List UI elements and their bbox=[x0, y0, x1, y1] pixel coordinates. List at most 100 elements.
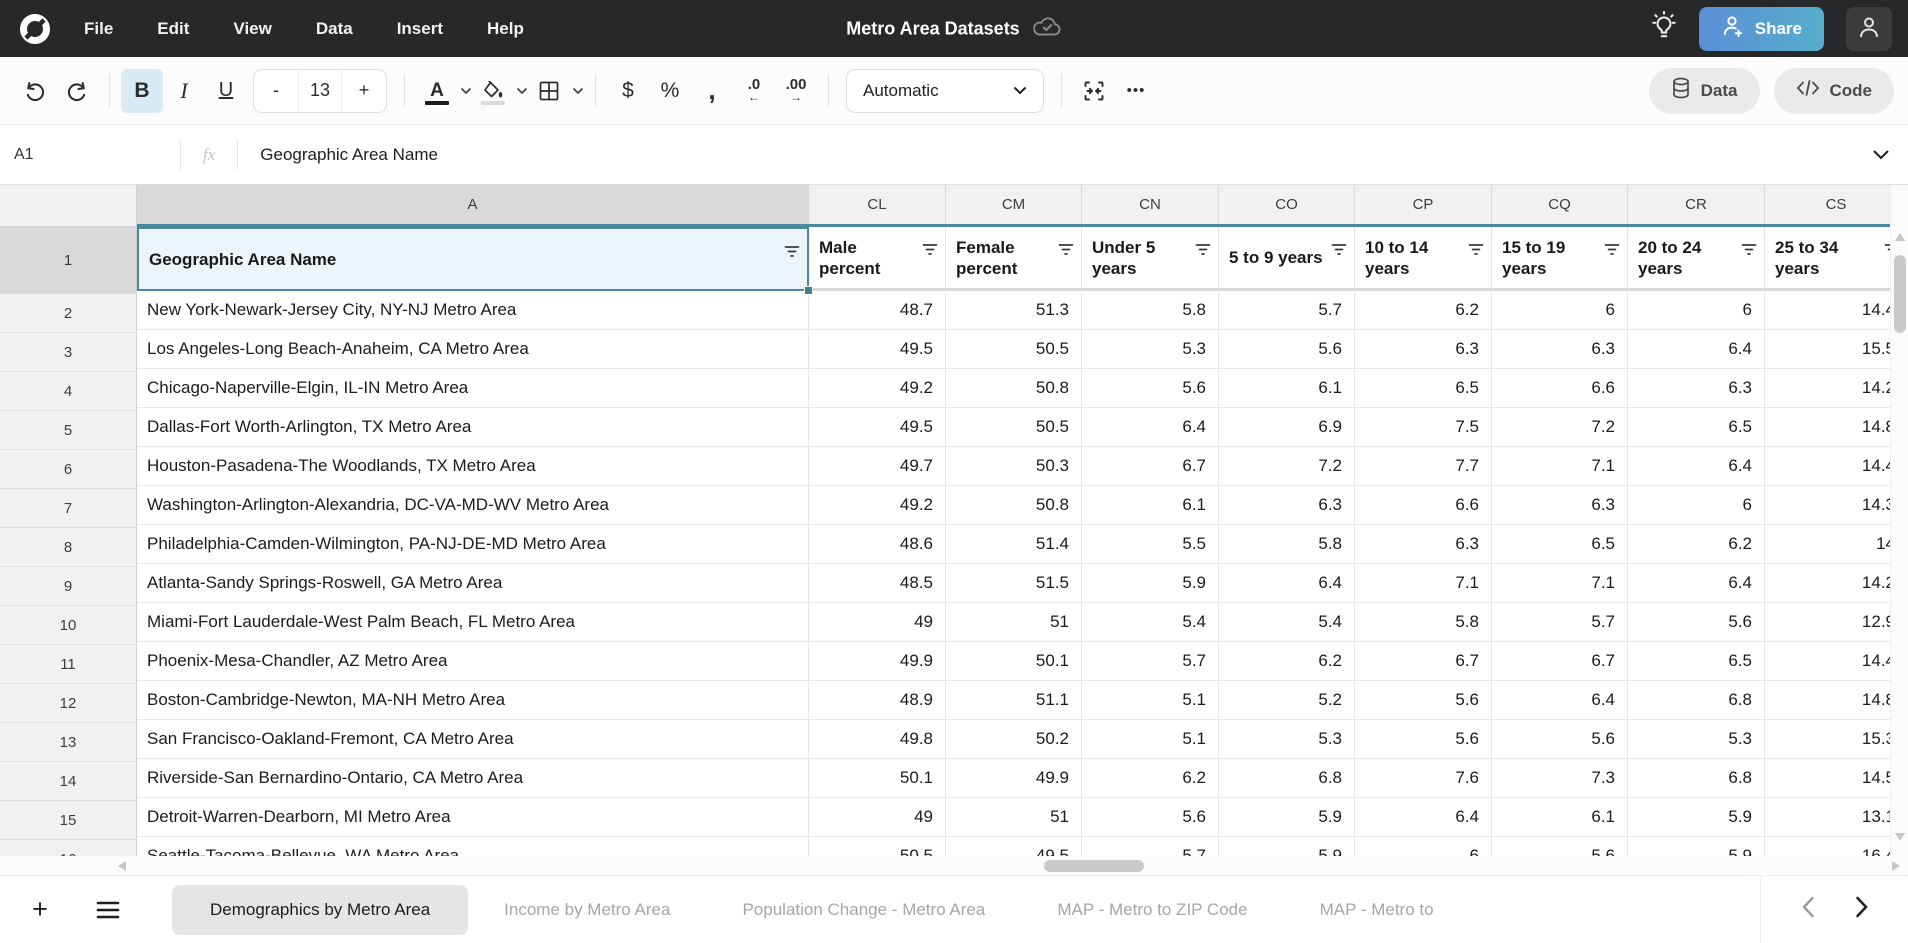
cell-value-row8-colcq[interactable]: 6.5 bbox=[1492, 525, 1628, 564]
cell-value-row16-colcl[interactable]: 50.5 bbox=[809, 837, 946, 856]
cell-value-row14-colcq[interactable]: 7.3 bbox=[1492, 759, 1628, 798]
cell-value-row3-colcq[interactable]: 6.3 bbox=[1492, 330, 1628, 369]
column-header-cs[interactable]: CS bbox=[1765, 185, 1890, 224]
cell-value-row4-colcm[interactable]: 50.8 bbox=[946, 369, 1082, 408]
menu-item-insert[interactable]: Insert bbox=[397, 19, 443, 39]
font-size-decrease-button[interactable]: - bbox=[254, 69, 298, 113]
cell-name-row14[interactable]: Riverside-San Bernardino-Ontario, CA Met… bbox=[137, 759, 809, 798]
cell-value-row11-colcn[interactable]: 5.7 bbox=[1082, 642, 1219, 681]
header-cell-5-to-9-years[interactable]: 5 to 9 years bbox=[1219, 227, 1355, 291]
cell-name-row6[interactable]: Houston-Pasadena-The Woodlands, TX Metro… bbox=[137, 447, 809, 486]
cell-value-row16-colcn[interactable]: 5.7 bbox=[1082, 837, 1219, 856]
row-header-16[interactable]: 16 bbox=[0, 840, 137, 856]
cell-value-row13-colcm[interactable]: 50.2 bbox=[946, 720, 1082, 759]
vertical-scrollbar[interactable] bbox=[1890, 185, 1908, 856]
share-button[interactable]: Share bbox=[1699, 7, 1824, 51]
cell-value-row14-colco[interactable]: 6.8 bbox=[1219, 759, 1355, 798]
cell-value-row7-colcm[interactable]: 50.8 bbox=[946, 486, 1082, 525]
header-cell-15-to-19-years[interactable]: 15 to 19 years bbox=[1492, 227, 1628, 291]
cell-value-row3-colcl[interactable]: 49.5 bbox=[809, 330, 946, 369]
row-header-11[interactable]: 11 bbox=[0, 645, 137, 684]
cell-value-row5-colcp[interactable]: 7.5 bbox=[1355, 408, 1492, 447]
cell-value-row15-colcs[interactable]: 13.1 bbox=[1765, 798, 1890, 837]
cell-value-row14-colcl[interactable]: 50.1 bbox=[809, 759, 946, 798]
cell-value-row5-colcn[interactable]: 6.4 bbox=[1082, 408, 1219, 447]
cell-value-row8-colcs[interactable]: 14 bbox=[1765, 525, 1890, 564]
cell-value-row16-colco[interactable]: 5.9 bbox=[1219, 837, 1355, 856]
cell-value-row16-colcs[interactable]: 16.4 bbox=[1765, 837, 1890, 856]
cell-value-row12-colcl[interactable]: 48.9 bbox=[809, 681, 946, 720]
cell-value-row6-colcr[interactable]: 6.4 bbox=[1628, 447, 1765, 486]
cell-value-row5-colcl[interactable]: 49.5 bbox=[809, 408, 946, 447]
menu-item-data[interactable]: Data bbox=[316, 19, 353, 39]
fill-color-button[interactable] bbox=[472, 69, 514, 113]
cell-name-row12[interactable]: Boston-Cambridge-Newton, MA-NH Metro Are… bbox=[137, 681, 809, 720]
formula-input[interactable]: Geographic Area Name bbox=[260, 145, 1870, 165]
selected-cell-a1[interactable]: Geographic Area Name bbox=[137, 227, 809, 291]
cell-value-row4-colcp[interactable]: 6.5 bbox=[1355, 369, 1492, 408]
cell-name-row7[interactable]: Washington-Arlington-Alexandria, DC-VA-M… bbox=[137, 486, 809, 525]
tips-lightbulb-icon[interactable] bbox=[1651, 11, 1677, 46]
cell-value-row7-colcs[interactable]: 14.3 bbox=[1765, 486, 1890, 525]
row-header-7[interactable]: 7 bbox=[0, 489, 137, 528]
column-header-cl[interactable]: CL bbox=[809, 185, 946, 224]
header-cell-female-percent[interactable]: Female percent bbox=[946, 227, 1082, 291]
cell-value-row11-colcr[interactable]: 6.5 bbox=[1628, 642, 1765, 681]
cell-name-row11[interactable]: Phoenix-Mesa-Chandler, AZ Metro Area bbox=[137, 642, 809, 681]
cell-value-row10-colcq[interactable]: 5.7 bbox=[1492, 603, 1628, 642]
cell-value-row16-colcq[interactable]: 5.6 bbox=[1492, 837, 1628, 856]
cell-value-row7-colcn[interactable]: 6.1 bbox=[1082, 486, 1219, 525]
cell-value-row10-colcs[interactable]: 12.9 bbox=[1765, 603, 1890, 642]
cell-value-row3-colcr[interactable]: 6.4 bbox=[1628, 330, 1765, 369]
increase-decimals-button[interactable]: .00 → bbox=[775, 69, 817, 113]
cell-value-row5-colcr[interactable]: 6.5 bbox=[1628, 408, 1765, 447]
cell-value-row4-colcq[interactable]: 6.6 bbox=[1492, 369, 1628, 408]
cell-value-row8-colcl[interactable]: 48.6 bbox=[809, 525, 946, 564]
cell-value-row2-colcs[interactable]: 14.4 bbox=[1765, 291, 1890, 330]
cell-value-row2-colco[interactable]: 5.7 bbox=[1219, 291, 1355, 330]
cell-value-row3-colcs[interactable]: 15.5 bbox=[1765, 330, 1890, 369]
font-size-increase-button[interactable]: + bbox=[342, 69, 386, 113]
borders-button[interactable] bbox=[528, 69, 570, 113]
cell-value-row3-colco[interactable]: 5.6 bbox=[1219, 330, 1355, 369]
tab-map-metro-to[interactable]: MAP - Metro to bbox=[1284, 900, 1470, 920]
cell-value-row6-colcm[interactable]: 50.3 bbox=[946, 447, 1082, 486]
cell-value-row3-colcp[interactable]: 6.3 bbox=[1355, 330, 1492, 369]
borders-chevron-icon[interactable] bbox=[572, 87, 584, 95]
cell-value-row6-colcp[interactable]: 7.7 bbox=[1355, 447, 1492, 486]
underline-button[interactable]: U bbox=[205, 69, 247, 113]
cell-value-row8-colcr[interactable]: 6.2 bbox=[1628, 525, 1765, 564]
cell-value-row6-colcl[interactable]: 49.7 bbox=[809, 447, 946, 486]
cell-value-row3-colcm[interactable]: 50.5 bbox=[946, 330, 1082, 369]
cell-value-row5-colcs[interactable]: 14.8 bbox=[1765, 408, 1890, 447]
cell-value-row9-colcp[interactable]: 7.1 bbox=[1355, 564, 1492, 603]
cell-name-row5[interactable]: Dallas-Fort Worth-Arlington, TX Metro Ar… bbox=[137, 408, 809, 447]
tabs-next-chevron-icon[interactable] bbox=[1855, 894, 1869, 925]
tab-demographics-by-metro-area[interactable]: Demographics by Metro Area bbox=[172, 885, 468, 935]
cell-value-row15-colcm[interactable]: 51 bbox=[946, 798, 1082, 837]
cell-value-row11-colco[interactable]: 6.2 bbox=[1219, 642, 1355, 681]
currency-format-button[interactable]: $ bbox=[607, 69, 649, 113]
cell-value-row5-colco[interactable]: 6.9 bbox=[1219, 408, 1355, 447]
cell-value-row4-colcs[interactable]: 14.2 bbox=[1765, 369, 1890, 408]
cell-value-row10-colco[interactable]: 5.4 bbox=[1219, 603, 1355, 642]
text-color-chevron-icon[interactable] bbox=[460, 87, 472, 95]
scroll-up-arrow-icon[interactable] bbox=[1895, 233, 1905, 241]
cell-value-row14-colcn[interactable]: 6.2 bbox=[1082, 759, 1219, 798]
column-header-cq[interactable]: CQ bbox=[1492, 185, 1628, 224]
cell-value-row11-colcl[interactable]: 49.9 bbox=[809, 642, 946, 681]
tab-population-change-metro-area[interactable]: Population Change - Metro Area bbox=[706, 900, 1021, 920]
header-cell-10-to-14-years[interactable]: 10 to 14 years bbox=[1355, 227, 1492, 291]
horizontal-scrollbar-thumb[interactable] bbox=[1044, 860, 1144, 872]
vertical-scrollbar-thumb[interactable] bbox=[1894, 255, 1906, 333]
header-cell-25-to-34-years[interactable]: 25 to 34 years bbox=[1765, 227, 1890, 291]
cell-value-row2-colcq[interactable]: 6 bbox=[1492, 291, 1628, 330]
cell-value-row10-colcr[interactable]: 5.6 bbox=[1628, 603, 1765, 642]
cell-value-row13-colcl[interactable]: 49.8 bbox=[809, 720, 946, 759]
sheet-list-button[interactable] bbox=[88, 890, 128, 930]
header-cell-male-percent[interactable]: Male percent bbox=[809, 227, 946, 291]
filter-icon[interactable] bbox=[1468, 240, 1484, 261]
code-panel-button[interactable]: Code bbox=[1774, 68, 1895, 114]
column-header-co[interactable]: CO bbox=[1219, 185, 1355, 224]
cell-value-row8-colcn[interactable]: 5.5 bbox=[1082, 525, 1219, 564]
